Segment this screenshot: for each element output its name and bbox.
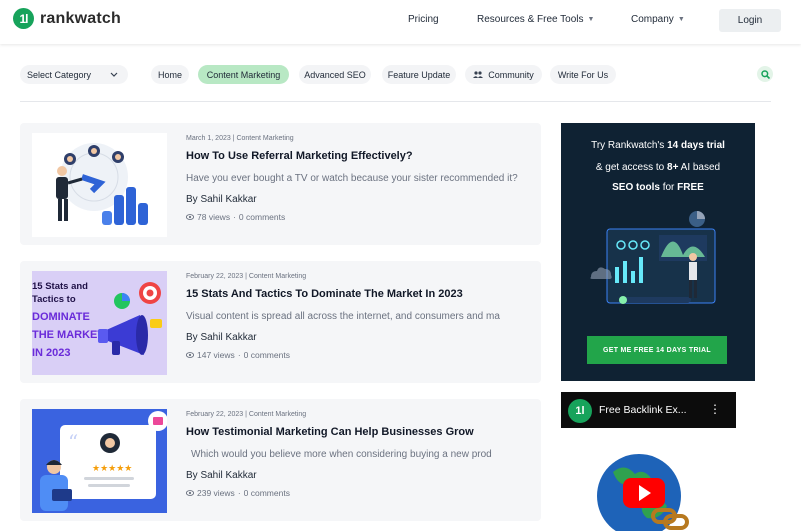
post-author[interactable]: By Sahil Kakkar [186,194,257,205]
post-stats: 147 views · 0 comments [186,350,290,360]
nav-resources-label: Resources & Free Tools [477,14,584,25]
post-comments: 0 comments [238,212,286,222]
logo-icon: 1l [13,8,34,29]
pill-label: Content Marketing [206,69,281,80]
divider [20,101,771,102]
post-author[interactable]: By Sahil Kakkar [186,332,257,343]
ad-text-bold: FREE [677,182,704,193]
pill-advanced-seo[interactable]: Advanced SEO [299,65,371,84]
video-thumbnail [561,428,736,531]
pill-label: Write For Us [557,69,609,80]
eye-icon [186,214,194,220]
ad-line-2: & get access to 8+ AI based [561,162,755,173]
stats-separator: · [233,212,236,222]
ad-text: Try Rankwatch's [591,140,668,151]
ad-line-1: Try Rankwatch's 14 days trial [561,140,755,151]
post-views: 147 views [197,350,235,360]
nav-pricing-label: Pricing [408,14,439,25]
post-category[interactable]: Content Marketing [249,411,306,418]
testimonial-illustration: “ ★★★★★ [40,411,167,511]
chevron-down-icon: ▼ [587,16,595,23]
eye-icon [186,352,194,358]
post-thumbnail[interactable]: 15 Stats and Tactics to DOMINATE THE MAR… [32,271,167,375]
post-category[interactable]: Content Marketing [249,273,306,280]
pill-feature-update[interactable]: Feature Update [382,65,456,84]
post-card[interactable]: “ ★★★★★ February 22, 2023 | Content Mark… [20,399,541,521]
post-card[interactable]: March 1, 2023 | Content Marketing How To… [20,123,541,245]
pill-label: Community [488,69,534,80]
logo[interactable]: 1l rankwatch [13,8,121,29]
nav-pricing[interactable]: Pricing [408,14,439,25]
post-date: February 22, 2023 [186,273,244,280]
ad-text: & get access to [595,162,668,173]
post-title[interactable]: How To Use Referral Marketing Effectivel… [186,150,413,162]
post-title[interactable]: How Testimonial Marketing Can Help Busin… [186,426,474,438]
ad-text-bold: 8+ [667,162,679,173]
logo-text: rankwatch [40,9,121,27]
post-excerpt: Visual content is spread all across the … [186,311,500,322]
youtube-video-embed[interactable]: 1l Free Backlink Ex... ⋮ [561,392,736,531]
post-date: February 22, 2023 [186,411,244,418]
ad-text: AI based [678,162,721,173]
post-excerpt: Have you ever bought a TV or watch becau… [186,173,518,184]
eye-icon [186,490,194,496]
pill-label: Home [158,69,183,80]
ad-text: for [659,182,678,193]
referral-illustration [56,143,148,225]
search-button[interactable] [757,66,773,82]
chevron-down-icon [110,72,118,77]
post-meta: February 22, 2023 | Content Marketing [186,411,307,418]
post-thumbnail[interactable] [32,133,167,237]
stats-separator: · [237,350,241,360]
post-date: March 1, 2023 [186,135,231,142]
logo-icon: 1l [575,405,585,417]
post-author[interactable]: By Sahil Kakkar [186,470,257,481]
video-title[interactable]: Free Backlink Ex... [599,404,687,416]
nav-resources[interactable]: Resources & Free Tools ▼ [477,14,594,25]
nav-company[interactable]: Company ▼ [631,14,685,25]
svg-text:★★★★★: ★★★★★ [92,464,132,474]
post-excerpt: Which would you believe more when consid… [191,449,492,460]
pill-home[interactable]: Home [151,65,189,84]
trial-ad-banner[interactable]: Try Rankwatch's 14 days trial & get acce… [561,123,755,381]
video-title-bar: 1l Free Backlink Ex... ⋮ [561,392,736,428]
login-button[interactable]: Login [719,9,781,32]
pill-content-marketing[interactable]: Content Marketing [198,65,289,84]
category-select-label: Select Category [27,69,92,80]
post-views: 78 views [197,212,231,222]
community-icon [473,70,484,78]
nav-company-label: Company [631,14,674,25]
post-meta: February 22, 2023 | Content Marketing [186,273,307,280]
more-vertical-icon[interactable]: ⋮ [709,402,721,416]
free-trial-cta-button[interactable]: GET ME FREE 14 DAYS TRIAL [587,336,727,364]
pill-label: Feature Update [387,69,451,80]
ad-text-bold: SEO tools [612,182,660,193]
pill-community[interactable]: Community [465,65,542,84]
post-stats: 239 views · 0 comments [186,488,290,498]
post-card[interactable]: 15 Stats and Tactics to DOMINATE THE MAR… [20,261,541,383]
pill-write-for-us[interactable]: Write For Us [550,65,616,84]
post-thumbnail[interactable]: “ ★★★★★ [32,409,167,513]
post-category[interactable]: Content Marketing [236,135,293,142]
svg-text:“: “ [68,430,78,454]
ad-line-3: SEO tools for FREE [561,182,755,193]
ad-text-bold: 14 days trial [667,140,725,151]
dashboard-illustration [590,211,716,304]
post-meta: March 1, 2023 | Content Marketing [186,135,294,142]
post-comments: 0 comments [243,488,290,498]
post-stats: 78 views · 0 comments [186,212,285,222]
search-icon [760,69,770,79]
post-views: 239 views [197,488,235,498]
megaphone-illustration [98,282,162,355]
category-select[interactable]: Select Category [20,65,128,84]
post-comments: 0 comments [243,350,290,360]
site-header: 1l rankwatch Pricing Resources & Free To… [0,0,801,44]
post-title[interactable]: 15 Stats And Tactics To Dominate The Mar… [186,288,463,300]
chevron-down-icon: ▼ [677,16,685,23]
pill-label: Advanced SEO [304,69,366,80]
channel-avatar[interactable]: 1l [568,399,592,423]
stats-separator: · [237,488,241,498]
